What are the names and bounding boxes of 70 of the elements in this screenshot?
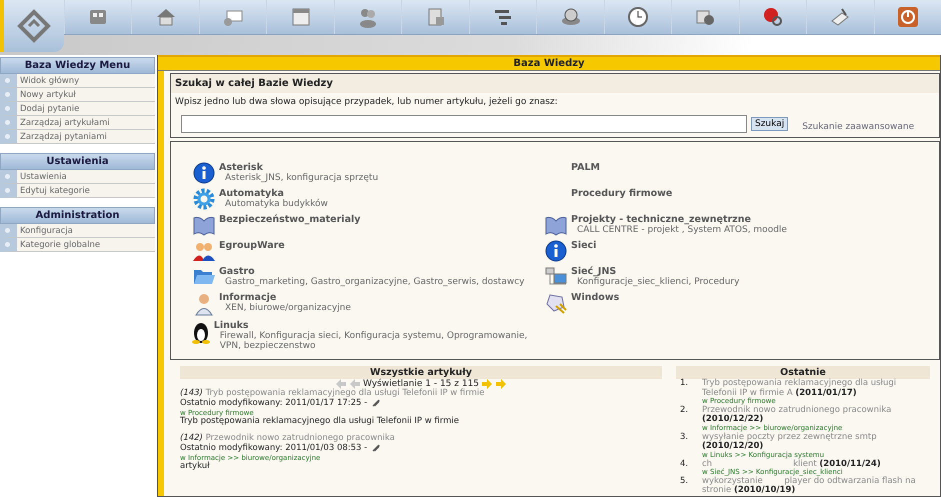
search-hint: Wpisz jedno lub dwa słowa opisujące przypadek, lub numer artykułu, jeżeli go znasz: [174, 96, 559, 109]
recent-article-entry[interactable]: Przewodnik nowo zatrudnionego pracownika (2010/12/22) [702, 406, 930, 425]
category-link[interactable]: Informacje [219, 292, 351, 303]
power-icon [896, 5, 920, 29]
list-number: 4. [680, 460, 690, 471]
paging-text: Wyświetlanie 1 - 15 z 115 [362, 379, 480, 389]
menu-item[interactable]: Zarządzaj artykułami [0, 116, 155, 130]
recent-article-entry[interactable]: wykorzystanie player do odtwarzania flash na stronie (2010/10/19) [702, 476, 930, 496]
recent-article-entry[interactable]: ch klient (2010/11/24) [702, 460, 881, 470]
category-link[interactable]: Sieć_JNS [571, 266, 740, 277]
search-title: Szukaj w całej Bazie Wiedzy [171, 74, 939, 93]
logo-icon[interactable] [0, 0, 64, 52]
article-number: (142) [180, 433, 203, 444]
category-link[interactable]: EgroupWare [219, 240, 285, 251]
category-link[interactable]: PALM [571, 162, 600, 173]
list-number: 3. [680, 432, 690, 444]
category-link[interactable]: Windows [571, 292, 620, 303]
category-link[interactable]: Gastro [219, 266, 524, 277]
category-link[interactable]: Automatyka [219, 188, 328, 199]
subcategory-list: Automatyka budykków [219, 199, 328, 209]
subcategory-list: Asterisk_JNS, konfiguracja sprzętu [219, 173, 378, 183]
menu-item[interactable]: Kategorie globalne [0, 238, 155, 252]
category-link[interactable]: Bezpieczeństwo_materialy [219, 214, 360, 225]
gear-icon [193, 188, 215, 210]
advanced-search-link[interactable]: Szukanie zaawansowane [802, 122, 914, 132]
section-header: Wszystkie artykuły [180, 366, 662, 379]
menu-header: Baza Wiedzy Menu [0, 57, 155, 74]
category-link[interactable]: Procedury firmowe [571, 188, 672, 199]
list-number: 2. [680, 406, 690, 417]
category-link[interactable]: Projekty - techniczne_zewnętrzne [571, 214, 787, 225]
list-number: 1. [680, 379, 690, 390]
modified-date: Ostatnio modyfikowany: 2011/01/17 17:25 - [180, 398, 368, 409]
recent-article-entry[interactable]: wysyłanie poczty przez zewnętrzne smtp (2010/12/20) [702, 432, 930, 452]
list-number: 5. [680, 476, 690, 488]
menu-item[interactable]: Nowy artykuł [0, 88, 155, 102]
category-link[interactable]: Linuks [214, 320, 543, 331]
menu-header: Ustawienia [0, 153, 155, 170]
menu-item[interactable]: Zarządzaj pytaniami [0, 130, 155, 144]
person-icon [194, 292, 214, 316]
info-icon [545, 240, 567, 262]
penguin-icon [191, 320, 212, 344]
arrow-icon[interactable] [495, 379, 508, 389]
book-icon [544, 214, 568, 236]
article-summary: artykuł [180, 462, 210, 472]
article-number: (143) [180, 388, 203, 398]
category-link[interactable]: Asterisk [219, 162, 378, 173]
info-icon [193, 162, 215, 184]
menu-item[interactable]: Widok główny [0, 74, 155, 88]
menu-item[interactable]: Edytuj kategorie [0, 184, 155, 198]
search-field[interactable] [181, 115, 747, 133]
subcategory-list: Gastro_marketing, Gastro_organizacyjne, Gastro_serwis, dostawcy [219, 277, 524, 287]
recent-article-entry[interactable]: Tryb postępowania reklamacyjnego dla usługi Telefonii IP w firmie A (2011/01/17) [702, 379, 930, 398]
subcategory-list: Konfiguracje_siec_klienci, Procedury [571, 277, 740, 287]
search-button[interactable]: Szukaj [751, 117, 788, 131]
modified-date: Ostatnio modyfikowany: 2011/01/03 08:53 - [180, 444, 368, 454]
arrow-icon[interactable] [481, 379, 494, 389]
toolbar-icon [626, 5, 650, 29]
subcategory-list: Firewall, Konfiguracja sieci, Konfiguracja systemu, Oprogramowanie, VPN, bezpieczenstwo [214, 331, 543, 351]
menu-item[interactable]: Dodaj pytanie [0, 102, 155, 116]
panel-title: Baza Wiedzy [158, 55, 940, 71]
subcategory-list: XEN, biurowe/organizacyjne [219, 303, 351, 313]
article-summary: Tryb postępowania reklamacyjnego dla usługi Telefonii IP w firmie [180, 416, 460, 426]
book-icon [192, 214, 216, 236]
menu-item[interactable]: Konfiguracja [0, 224, 155, 238]
section-header: Ostatnie [676, 366, 930, 379]
menu-item[interactable]: Ustawienia [0, 170, 155, 184]
category-link[interactable]: Sieci [571, 240, 596, 251]
subcategory-list: CALL CENTRE - projekt , System ATOS, moodle [571, 225, 787, 235]
people-icon [192, 240, 216, 262]
menu-header: Administration [0, 207, 155, 224]
